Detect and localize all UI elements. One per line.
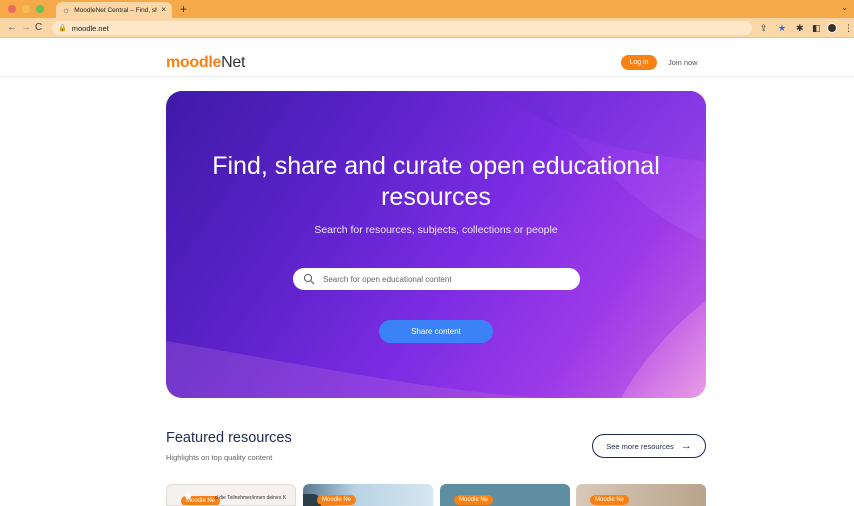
url-text: moodle.net: [71, 23, 109, 33]
browser-menu-icon[interactable]: ⋮: [844, 21, 853, 35]
see-more-resources-button[interactable]: See more resources →: [592, 434, 706, 458]
tab-list-chevron-icon[interactable]: ⌄: [841, 3, 848, 12]
address-bar[interactable]: 🔒 moodle.net: [52, 21, 752, 35]
window-close-button[interactable]: [8, 5, 16, 13]
window-maximize-button[interactable]: [36, 5, 44, 13]
browser-toolbar: ← → C 🔒 moodle.net ⇪ ★ ✱ ◧ ⋮: [0, 18, 854, 38]
resource-badge: Moodle Ne: [454, 495, 494, 505]
extensions-puzzle-icon[interactable]: ✱: [796, 21, 804, 35]
resource-card[interactable]: Moodle Ne d die Teilnehmer/innen deines …: [166, 484, 296, 506]
forward-button[interactable]: →: [21, 21, 31, 35]
tab-title: MoodleNet Central – Find, shar: [74, 6, 158, 14]
side-panel-icon[interactable]: ◧: [812, 21, 821, 35]
browser-tab-bar: ☼ MoodleNet Central – Find, shar × + ⌄: [0, 0, 854, 18]
site-header: moodleNet Log in Join now: [0, 39, 854, 77]
featured-resources-title: Featured resources: [166, 430, 292, 446]
new-tab-button[interactable]: +: [180, 2, 187, 16]
search-icon: [303, 273, 315, 285]
hero-banner: Find, share and curate open educational …: [166, 91, 706, 398]
browser-tab[interactable]: ☼ MoodleNet Central – Find, shar ×: [56, 2, 172, 18]
join-now-link[interactable]: Join now: [668, 58, 698, 67]
resource-card-text: d die Teilnehmer/innen deines K: [215, 495, 287, 501]
featured-resources-subtitle: Highlights on top quality content: [166, 453, 273, 462]
hero-wave-decoration: [166, 91, 706, 398]
resource-badge: Moodle Ne: [590, 495, 630, 505]
resource-card[interactable]: Moodle Ne: [303, 484, 433, 506]
window-minimize-button[interactable]: [22, 5, 30, 13]
logo-net-text: Net: [221, 54, 246, 71]
resource-card[interactable]: Moodle Ne: [440, 484, 570, 506]
share-content-button[interactable]: Share content: [379, 320, 493, 343]
arrow-right-icon: →: [680, 440, 692, 452]
tab-close-icon[interactable]: ×: [161, 6, 166, 14]
reload-button[interactable]: C: [35, 21, 42, 35]
see-more-label: See more resources: [606, 441, 674, 451]
bookmark-star-icon[interactable]: ★: [778, 21, 786, 35]
logo-moodle-text: moodle: [166, 54, 222, 71]
back-button[interactable]: ←: [7, 21, 17, 35]
moodle-favicon-icon: ☼: [62, 4, 71, 15]
resource-badge: Moodle Ne: [317, 495, 357, 505]
moodlenet-logo[interactable]: moodleNet: [166, 54, 245, 72]
card-avatar: [185, 493, 191, 499]
search-input[interactable]: [323, 274, 570, 284]
login-button[interactable]: Log in: [621, 55, 657, 70]
search-box[interactable]: [293, 268, 580, 290]
lock-icon: 🔒: [58, 25, 67, 32]
share-icon[interactable]: ⇪: [760, 21, 768, 35]
hero-subtitle: Search for resources, subjects, collecti…: [314, 224, 558, 236]
profile-avatar[interactable]: [827, 23, 837, 33]
resource-card[interactable]: Moodle Ne: [576, 484, 706, 506]
hero-title: Find, share and curate open educational …: [212, 152, 660, 211]
